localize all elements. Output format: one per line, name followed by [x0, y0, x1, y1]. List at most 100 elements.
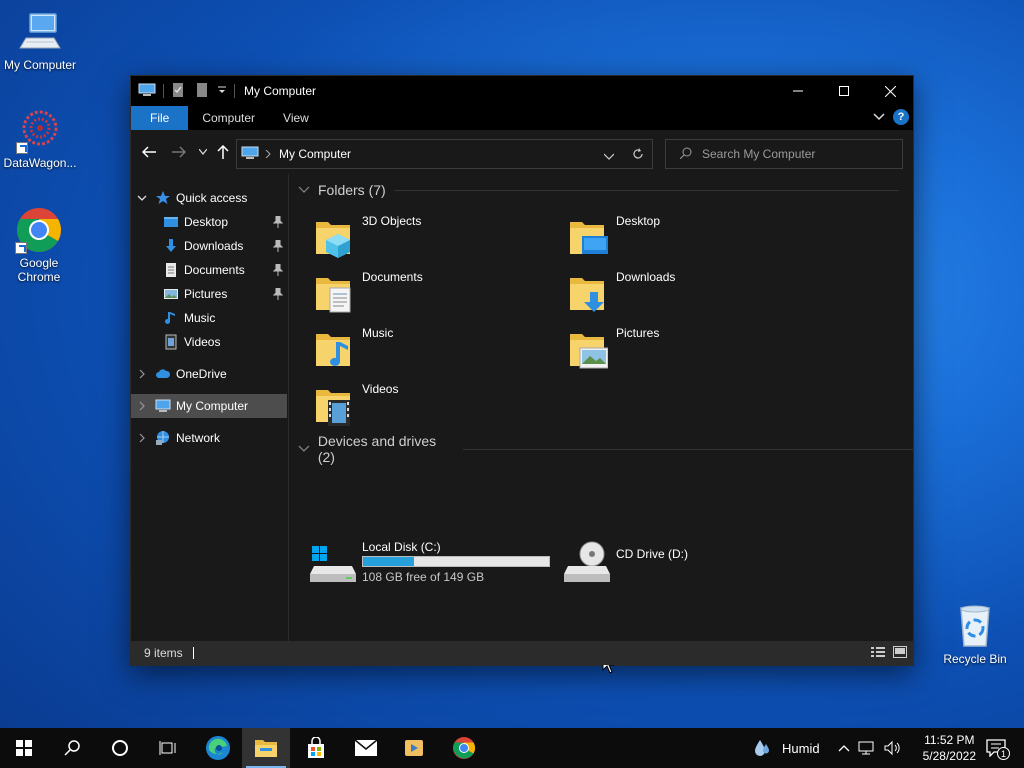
- close-button[interactable]: [867, 76, 913, 106]
- sidebar-item-label: Desktop: [184, 215, 229, 229]
- folder-item-music[interactable]: Music: [290, 322, 540, 374]
- folder-item-desktop[interactable]: Desktop: [544, 210, 794, 262]
- volume-icon[interactable]: [884, 740, 902, 756]
- ribbon-tabs: File Computer View ?: [131, 106, 913, 130]
- details-view-icon[interactable]: [871, 646, 885, 661]
- sidebar-item-label: My Computer: [176, 399, 249, 413]
- help-icon[interactable]: ?: [893, 109, 909, 125]
- sidebar-item-my-computer[interactable]: My Computer: [131, 394, 287, 418]
- back-button[interactable]: [139, 142, 159, 162]
- expand-ribbon-icon[interactable]: [873, 110, 885, 124]
- weather-widget[interactable]: Humid: [752, 728, 820, 768]
- large-icons-view-icon[interactable]: [893, 646, 907, 661]
- folder-documents-icon: [316, 278, 351, 313]
- breadcrumb[interactable]: My Computer: [279, 147, 351, 161]
- sidebar-item-quick-access[interactable]: Quick access: [131, 186, 287, 210]
- folders-group-header[interactable]: Folders (7): [298, 182, 899, 198]
- taskbar-mail[interactable]: [342, 728, 390, 768]
- expanded-chevron-icon[interactable]: [137, 193, 147, 203]
- clock-time: 11:52 PM: [924, 733, 975, 747]
- customize-toolbar-icon[interactable]: [217, 84, 227, 98]
- folder-item-3d-objects[interactable]: 3D Objects: [290, 210, 540, 262]
- pin-icon[interactable]: [273, 240, 283, 252]
- collapsed-chevron-icon[interactable]: [137, 401, 147, 411]
- sidebar-item-label: Documents: [184, 263, 245, 277]
- sidebar-item-label: OneDrive: [176, 367, 227, 381]
- address-dropdown-icon[interactable]: [603, 150, 615, 164]
- folder-item-downloads[interactable]: Downloads: [544, 266, 794, 318]
- quick-access-toolbar: [131, 82, 238, 101]
- taskbar-store[interactable]: [292, 728, 340, 768]
- folder-3d-objects-icon: [316, 222, 350, 258]
- breadcrumb-chevron-icon[interactable]: [265, 147, 271, 161]
- collapsed-chevron-icon[interactable]: [137, 433, 147, 443]
- pin-icon[interactable]: [273, 288, 283, 300]
- desktop-icon-recycle-bin[interactable]: Recycle Bin: [935, 602, 1015, 666]
- sidebar-item-network[interactable]: Network: [131, 426, 287, 450]
- maximize-button[interactable]: [821, 76, 867, 106]
- desktop-icon-datawagon[interactable]: DataWagon...: [0, 106, 80, 170]
- clock[interactable]: 11:52 PM 5/28/2022: [923, 732, 976, 764]
- tab-view[interactable]: View: [269, 106, 323, 130]
- star-icon: [156, 191, 170, 204]
- sidebar-item-music[interactable]: Music: [131, 306, 287, 330]
- video-icon: [165, 334, 177, 350]
- taskbar-edge[interactable]: [194, 728, 242, 768]
- computer-icon: [16, 8, 64, 56]
- start-button[interactable]: [0, 728, 48, 768]
- search-placeholder: Search My Computer: [702, 147, 816, 161]
- chevron-up-icon[interactable]: [838, 744, 850, 752]
- folder-item-pictures[interactable]: Pictures: [544, 322, 794, 374]
- minimize-button[interactable]: [775, 76, 821, 106]
- taskbar-media-app[interactable]: [390, 728, 438, 768]
- taskbar-file-explorer[interactable]: [242, 728, 290, 768]
- taskbar-chrome[interactable]: [440, 728, 488, 768]
- tab-computer[interactable]: Computer: [188, 106, 269, 130]
- devices-group-header[interactable]: Devices and drives (2): [298, 433, 913, 465]
- desktop-icon-my-computer[interactable]: My Computer: [0, 8, 80, 72]
- recent-locations-button[interactable]: [193, 142, 213, 162]
- network-status-icon[interactable]: [858, 740, 876, 756]
- folder-item-videos[interactable]: Videos: [290, 378, 540, 430]
- tab-file[interactable]: File: [131, 106, 189, 130]
- document-icon: [166, 263, 176, 277]
- chevron-down-icon[interactable]: [298, 184, 310, 196]
- address-bar[interactable]: My Computer: [236, 139, 653, 169]
- desktop-icon-label: My Computer: [3, 58, 77, 72]
- search-icon: [64, 740, 80, 756]
- sidebar-item-downloads[interactable]: Downloads: [131, 234, 287, 258]
- shortcut-arrow-icon: [15, 242, 27, 254]
- folder-name: 3D Objects: [362, 214, 422, 228]
- sidebar-item-videos[interactable]: Videos: [131, 330, 287, 354]
- music-icon: [165, 312, 175, 324]
- refresh-icon[interactable]: [632, 148, 644, 163]
- search-button[interactable]: [48, 728, 96, 768]
- task-view-button[interactable]: [144, 728, 192, 768]
- computer-icon: [241, 146, 259, 163]
- sidebar-item-pictures[interactable]: Pictures: [131, 282, 287, 306]
- weather-text: Humid: [782, 740, 820, 756]
- drive-item-cd-drive-d[interactable]: CD Drive (D:): [562, 538, 762, 590]
- pin-icon[interactable]: [273, 264, 283, 276]
- properties-icon[interactable]: [171, 82, 185, 101]
- desktop-icon-google-chrome[interactable]: Google Chrome: [0, 206, 79, 284]
- forward-button[interactable]: [169, 142, 189, 162]
- new-folder-icon[interactable]: [195, 82, 209, 101]
- drive-item-local-disk-c[interactable]: Local Disk (C:) 108 GB free of 149 GB: [308, 538, 558, 590]
- up-button[interactable]: [213, 142, 233, 162]
- sidebar-item-desktop[interactable]: Desktop: [131, 210, 287, 234]
- pin-icon[interactable]: [273, 216, 283, 228]
- chevron-down-icon[interactable]: [298, 443, 310, 455]
- desktop-icon-label: DataWagon...: [3, 156, 77, 170]
- drive-usage-fill: [363, 557, 415, 566]
- collapsed-chevron-icon[interactable]: [137, 369, 147, 379]
- navigation-bar: My Computer Search My Computer: [131, 130, 913, 174]
- cortana-button[interactable]: [96, 728, 144, 768]
- folder-item-documents[interactable]: Documents: [290, 266, 540, 318]
- drive-name: Local Disk (C:): [362, 540, 441, 554]
- search-input[interactable]: Search My Computer: [665, 139, 903, 169]
- sidebar-item-onedrive[interactable]: OneDrive: [131, 362, 287, 386]
- sidebar-item-documents[interactable]: Documents: [131, 258, 287, 282]
- file-explorer-icon: [255, 740, 277, 757]
- action-center-button[interactable]: 1: [978, 728, 1014, 768]
